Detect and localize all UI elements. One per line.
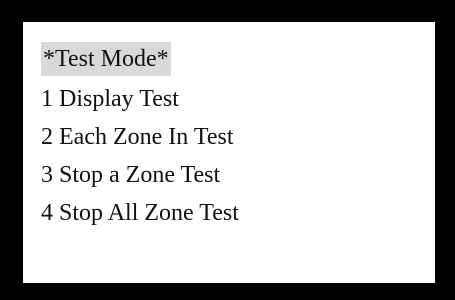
lcd-screen: *Test Mode* 1 Display Test 2 Each Zone I… — [23, 22, 435, 283]
menu-item-each-zone-in-test[interactable]: 2 Each Zone In Test — [41, 118, 435, 156]
menu-title: *Test Mode* — [41, 42, 171, 76]
lcd-frame: *Test Mode* 1 Display Test 2 Each Zone I… — [0, 0, 455, 300]
menu-item-stop-a-zone-test[interactable]: 3 Stop a Zone Test — [41, 156, 435, 194]
menu-item-display-test[interactable]: 1 Display Test — [41, 80, 435, 118]
menu-item-stop-all-zone-test[interactable]: 4 Stop All Zone Test — [41, 194, 435, 232]
